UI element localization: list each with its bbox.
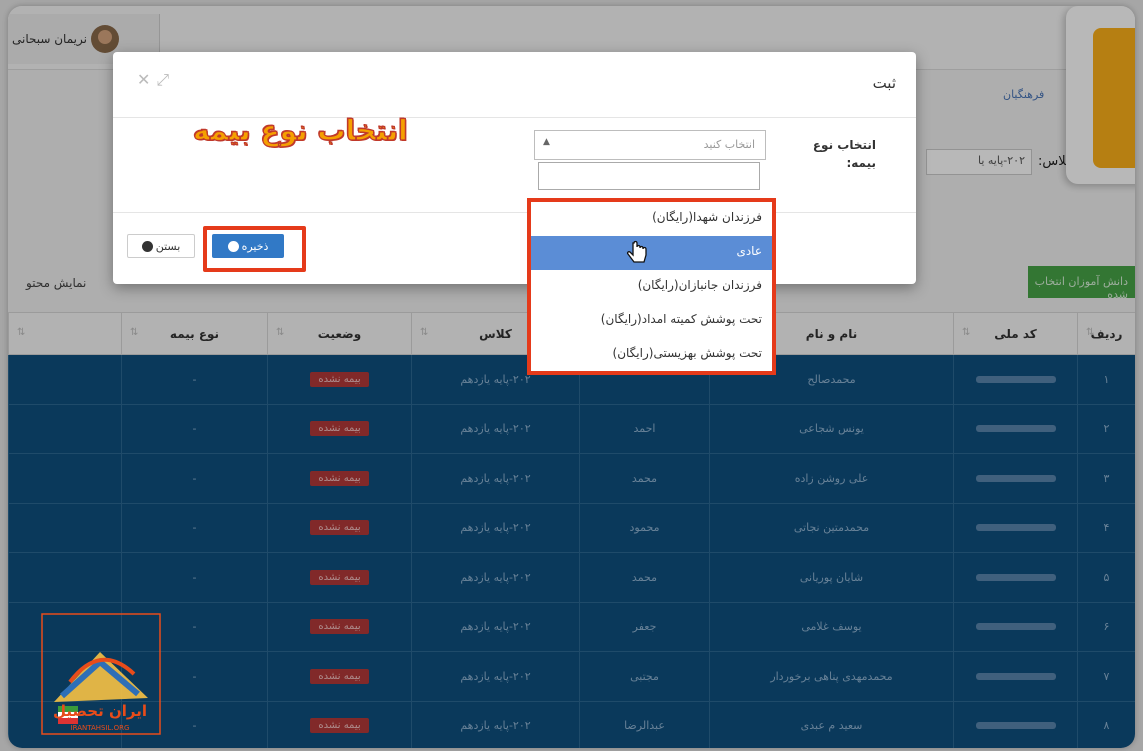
option-item[interactable]: تحت پوشش کمیته امداد(رایگان) bbox=[531, 304, 772, 338]
insurance-type-select[interactable]: انتخاب کنید ▲ bbox=[534, 130, 766, 160]
insurance-options-dropdown: فرزندان شهدا(رایگان) عادی فرزندان جانباز… bbox=[527, 198, 776, 375]
option-item[interactable]: تحت پوشش بهزیستی(رایگان) bbox=[531, 338, 772, 372]
option-item[interactable]: فرزندان جانبازان(رایگان) bbox=[531, 270, 772, 304]
logo-text: ایران تحصیل bbox=[52, 702, 147, 720]
insurance-type-label: انتخاب نوع بیمه: bbox=[812, 138, 876, 170]
hand-cursor-icon bbox=[626, 240, 647, 263]
modal-title: ثبت bbox=[872, 74, 896, 92]
save-highlight-frame bbox=[203, 226, 306, 272]
close-icon[interactable]: ✕ bbox=[137, 70, 156, 89]
annotation-headline: انتخاب نوع بیمه bbox=[192, 113, 408, 147]
expand-icon[interactable]: ⤢ bbox=[156, 70, 175, 89]
logo-site: IRANTAHSIL.ORG bbox=[70, 724, 130, 732]
modal-header: ثبت ✕⤢ bbox=[113, 52, 916, 118]
chevron-down-icon: ▲ bbox=[543, 137, 550, 147]
close-circle-icon bbox=[141, 240, 153, 252]
select-placeholder: انتخاب کنید bbox=[703, 138, 755, 151]
close-button[interactable]: بستن bbox=[127, 234, 195, 258]
option-item[interactable]: فرزندان شهدا(رایگان) bbox=[531, 202, 772, 236]
select-search-input[interactable] bbox=[538, 162, 760, 190]
modal-controls: ✕⤢ bbox=[137, 70, 175, 90]
close-button-label: بستن bbox=[155, 239, 181, 253]
